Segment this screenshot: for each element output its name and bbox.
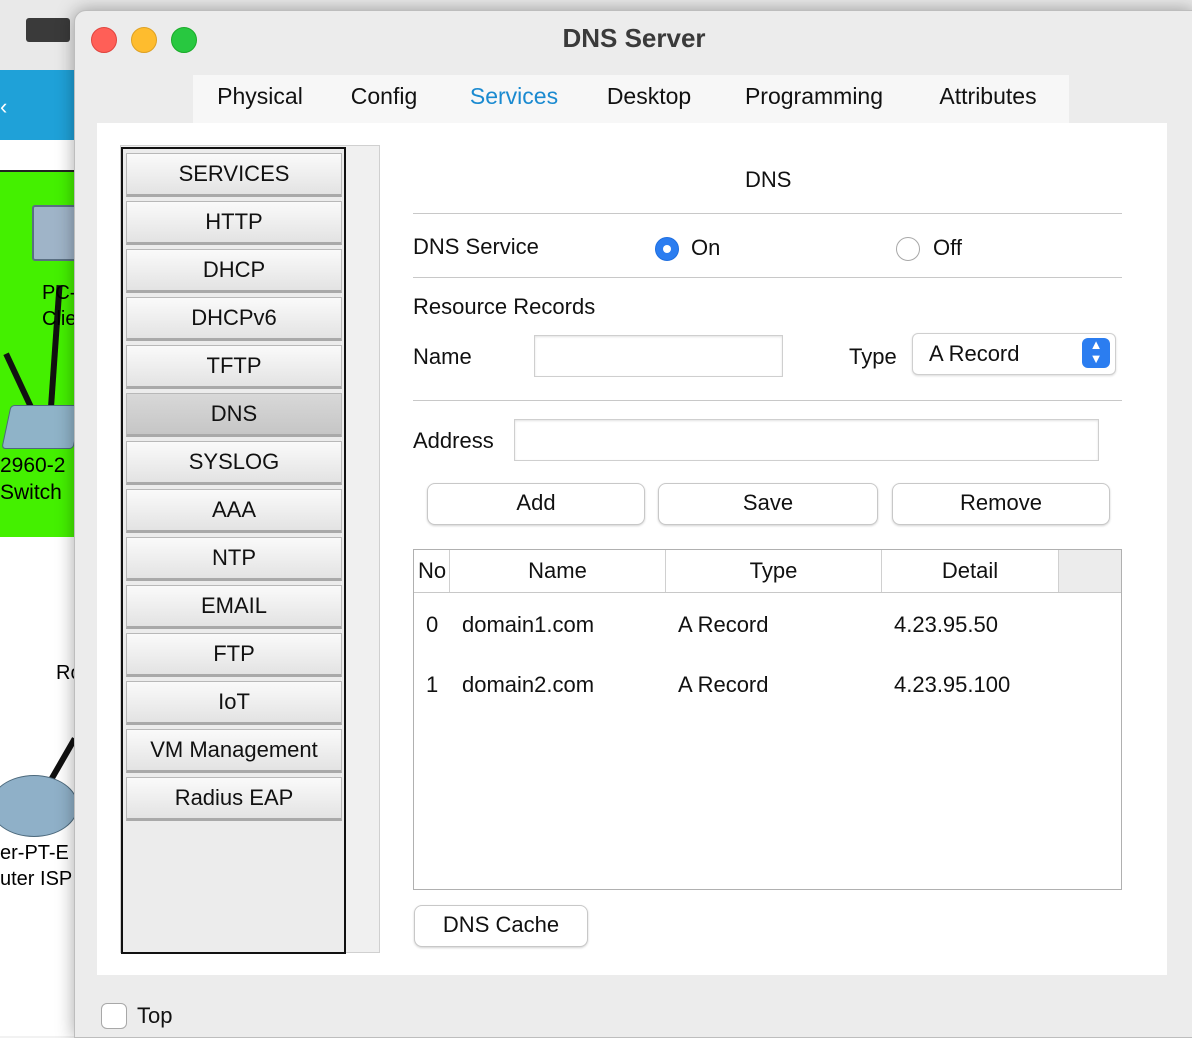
name-label: Name: [413, 344, 472, 369]
name-input[interactable]: [534, 335, 783, 377]
cell-no: 0: [426, 612, 439, 637]
cell-no: 1: [426, 672, 439, 697]
service-item-dhcp[interactable]: DHCP: [126, 249, 342, 293]
dns-service-label: DNS Service: [413, 234, 539, 259]
tab-desktop[interactable]: Desktop: [601, 83, 697, 123]
service-item-ntp[interactable]: NTP: [126, 537, 342, 581]
pc-label: PC- Clie: [42, 282, 77, 330]
chevron-icon: ‹: [0, 94, 8, 119]
table-row[interactable]: 1 domain2.com A Record 4.23.95.100: [414, 660, 1121, 710]
divider: [413, 213, 1122, 214]
app-blue-bar: ‹: [0, 70, 75, 140]
cell-name: domain1.com: [462, 612, 595, 637]
divider: [413, 400, 1122, 401]
tab-config[interactable]: Config: [345, 83, 423, 123]
router-label: er-PT-E uter ISP: [0, 842, 73, 890]
save-button[interactable]: Save: [658, 483, 878, 525]
service-item-aaa[interactable]: AAA: [126, 489, 342, 533]
tab-programming[interactable]: Programming: [739, 83, 889, 123]
table-header: No Name Type Detail: [414, 550, 1121, 593]
dns-on-label[interactable]: On: [691, 235, 720, 261]
cell-name: domain2.com: [462, 672, 595, 697]
dns-server-window: DNS Server Physical Config Services Desk…: [74, 10, 1192, 1038]
service-item-email[interactable]: EMAIL: [126, 585, 342, 629]
column-header-name[interactable]: Name: [450, 550, 666, 592]
type-label: Type: [849, 344, 897, 369]
address-label: Address: [413, 428, 494, 453]
remove-button[interactable]: Remove: [892, 483, 1110, 525]
column-header-detail[interactable]: Detail: [882, 550, 1059, 592]
type-select[interactable]: A Record ▲ ▼: [912, 333, 1116, 375]
column-header-type[interactable]: Type: [666, 550, 882, 592]
dns-section-title: DNS: [745, 167, 792, 192]
service-item-syslog[interactable]: SYSLOG: [126, 441, 342, 485]
service-item-tftp[interactable]: TFTP: [126, 345, 342, 389]
service-item-radius-eap[interactable]: Radius EAP: [126, 777, 342, 821]
title-bar[interactable]: DNS Server: [75, 11, 1192, 69]
divider: [413, 277, 1122, 278]
cell-type: A Record: [678, 672, 769, 697]
dns-off-label[interactable]: Off: [933, 235, 962, 261]
service-item-ftp[interactable]: FTP: [126, 633, 342, 677]
tab-physical[interactable]: Physical: [217, 83, 303, 123]
dns-off-radio[interactable]: [896, 237, 920, 261]
records-table: No Name Type Detail 0 domain1.com A Reco…: [413, 549, 1122, 890]
services-list: SERVICES HTTP DHCP DHCPv6 TFTP DNS SYSLO…: [121, 147, 346, 954]
resource-records-label: Resource Records: [413, 294, 596, 319]
top-checkbox[interactable]: [101, 1003, 127, 1029]
top-label[interactable]: Top: [137, 1003, 172, 1029]
header-filler: [1059, 550, 1121, 592]
switch-icon[interactable]: [1, 405, 83, 449]
switch-label: 2960-2 Switch: [0, 454, 66, 504]
dns-on-radio[interactable]: [655, 237, 679, 261]
table-row[interactable]: 0 domain1.com A Record 4.23.95.50: [414, 600, 1121, 650]
service-item-vm-management[interactable]: VM Management: [126, 729, 342, 773]
service-item-dns[interactable]: DNS: [126, 393, 342, 437]
toolbar-button[interactable]: [26, 18, 70, 42]
cell-detail: 4.23.95.50: [894, 612, 998, 637]
service-item-iot[interactable]: IoT: [126, 681, 342, 725]
tab-attributes[interactable]: Attributes: [933, 83, 1043, 123]
tab-bar: Physical Config Services Desktop Program…: [193, 75, 1069, 129]
dns-cache-button[interactable]: DNS Cache: [414, 905, 588, 947]
add-button[interactable]: Add: [427, 483, 645, 525]
address-input[interactable]: [514, 419, 1099, 461]
service-item-http[interactable]: HTTP: [126, 201, 342, 245]
chevron-updown-icon: ▲ ▼: [1082, 338, 1110, 368]
cell-type: A Record: [678, 612, 769, 637]
window-title: DNS Server: [562, 23, 706, 53]
type-select-value: A Record: [929, 341, 1020, 366]
router-icon[interactable]: [0, 775, 78, 837]
services-panel: SERVICES HTTP DHCP DHCPv6 TFTP DNS SYSLO…: [97, 123, 1167, 975]
service-item-dhcpv6[interactable]: DHCPv6: [126, 297, 342, 341]
service-item-services[interactable]: SERVICES: [126, 153, 342, 197]
pc-icon[interactable]: [32, 205, 78, 261]
column-header-no[interactable]: No: [414, 550, 450, 592]
cell-detail: 4.23.95.100: [894, 672, 1011, 697]
